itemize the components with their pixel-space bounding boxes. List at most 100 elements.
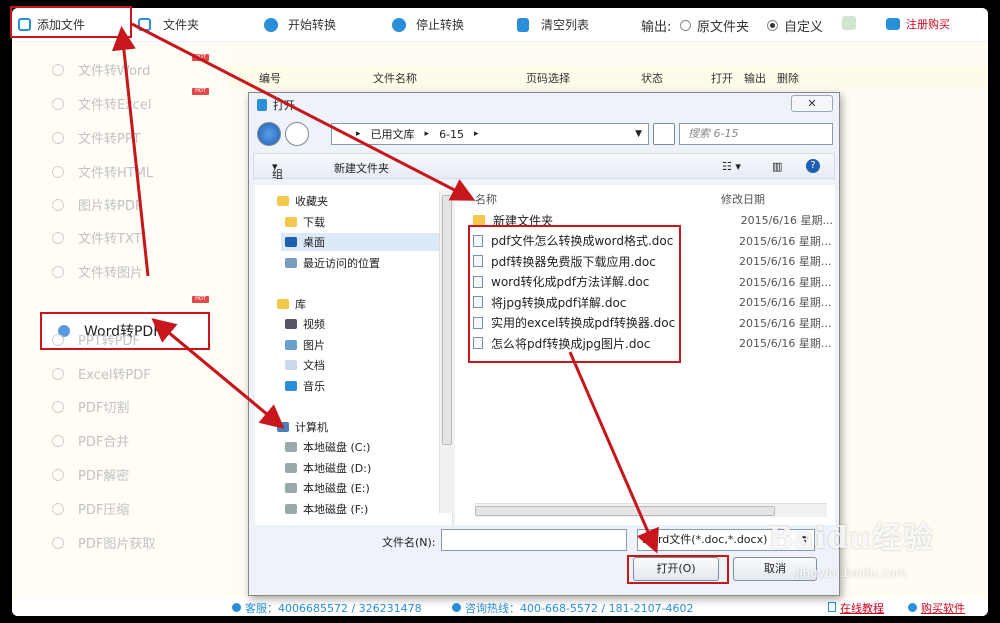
chevron-right-icon: ▸ [474,129,479,139]
stop-convert-button[interactable]: 停止转换 [392,16,464,33]
forward-button[interactable] [285,122,309,146]
nav-disk-d[interactable]: 本地磁盘 (D:) [285,460,371,476]
col-date-header[interactable]: 修改日期 [721,191,765,207]
sidebar-item-9[interactable]: Excel转PDF [52,364,151,383]
trash-icon [517,17,529,32]
radio-source[interactable] [680,20,691,31]
nav-disk-f[interactable]: 本地磁盘 (F:) [285,501,368,517]
image-icon [52,198,64,211]
sidebar-item-6[interactable]: 文件转图片 [52,262,143,281]
files-scroll-thumb[interactable] [475,506,775,516]
computer-icon [277,422,289,432]
nav-pictures[interactable]: 图片 [285,337,325,353]
col-name-header[interactable]: 名称 [475,191,497,207]
nav-video[interactable]: 视频 [285,316,325,332]
file-row[interactable]: 怎么将pdf转换成jpg图片.doc 2015/6/16 星期... [473,334,833,352]
sidebar-item-2[interactable]: 文件转PPT [52,128,141,147]
buy-link[interactable]: 购买软件 [908,600,965,616]
nav-libraries[interactable]: 库 [277,296,306,312]
back-button[interactable] [257,122,281,146]
col-open: 打开 [711,72,733,85]
drive-icon [285,463,297,473]
register-button[interactable]: 注册购买 [886,16,950,32]
sidebar-item-13[interactable]: PDF压缩 [52,499,129,518]
baidu-watermark-url: jingyan.baidu.com [796,566,907,580]
nav-downloads[interactable]: 下载 [285,214,325,230]
sidebar-item-12[interactable]: PDF解密 [52,465,129,484]
w-icon [52,63,64,76]
nav-scroll-thumb[interactable] [442,195,452,445]
sidebar-item-10[interactable]: PDF切割 [52,397,129,416]
address-bar[interactable]: ▸ 已用文库 ▸ 6-15 ▸ ▼ [331,123,649,145]
help-icon[interactable]: ? [806,159,820,173]
nav-disk-e[interactable]: 本地磁盘 (E:) [285,480,370,496]
output-source-option[interactable]: 原文件夹 [680,16,749,35]
t-icon [52,231,64,244]
sidebar-item-1[interactable]: 文件转Excel [52,94,151,113]
drive-icon [285,483,297,493]
doc-file-icon [473,234,483,247]
col-number: 编号 [259,72,281,85]
nav-favorites[interactable]: 收藏夹 [277,193,328,209]
nav-disk-c[interactable]: 本地磁盘 (C:) [285,439,370,455]
key-icon [908,603,917,612]
col-filename: 文件名称 [373,72,417,85]
p-icon [52,131,64,144]
sidebar-item-14[interactable]: PDF图片获取 [52,533,155,552]
file-row[interactable]: word转化成pdf方法详解.doc 2015/6/16 星期... [473,273,833,291]
file-row[interactable]: 实用的excel转换成pdf转换器.doc 2015/6/16 星期... [473,314,833,332]
add-folder-button[interactable]: 文件夹 [138,16,199,33]
sidebar-item-3[interactable]: 文件转HTML [52,162,153,181]
new-folder-button[interactable]: 新建文件夹 [334,160,389,176]
dialog-close-button[interactable]: ✕ [791,95,833,112]
browse-folder-button[interactable] [842,16,856,30]
sidebar-item-8[interactable]: PPT转PDF [52,330,140,349]
library-icon [277,299,289,309]
sidebar-item-4[interactable]: 图片转PDF [52,195,142,214]
view-menu-icon[interactable]: ☷ ▾ [722,160,741,173]
nav-music[interactable]: 音乐 [285,378,325,394]
start-convert-button[interactable]: 开始转换 [264,16,336,33]
sidebar-item-5[interactable]: 文件转TXT [52,228,142,247]
chat-icon [232,603,241,612]
dropdown-arrow-icon[interactable]: ▼ [635,129,642,139]
refresh-button[interactable] [653,123,675,145]
file-row[interactable]: pdf文件怎么转换成word格式.doc 2015/6/16 星期... [473,232,833,250]
video-icon [285,319,297,329]
chevron-right-icon: ▸ [424,129,430,139]
desktop-icon [285,237,297,247]
nav-scrollbar[interactable] [439,191,453,513]
col-delete: 删除 [777,72,799,85]
open-button[interactable]: 打开(O) [633,557,719,581]
e-icon [52,97,64,110]
sidebar-item-11[interactable]: PDF合并 [52,431,129,450]
add-file-button[interactable]: 添加文件 [18,16,85,33]
dialog-title: 打开 [257,97,295,113]
nav-recent[interactable]: 最近访问的位置 [285,255,380,271]
preview-pane-icon[interactable]: ▥ [772,160,782,173]
radio-custom[interactable] [767,20,778,31]
cart-icon [886,18,900,30]
tutorial-link[interactable]: 在线教程 [828,600,884,616]
download-icon [285,217,297,227]
organize-button[interactable]: 组织 ▾ [272,160,283,197]
file-row[interactable]: pdf转换器免费版下载应用.doc 2015/6/16 星期... [473,252,833,270]
file-row[interactable]: 将jpg转换成pdf详解.doc 2015/6/16 星期... [473,293,833,311]
folder-icon [473,215,485,225]
excel-icon [52,367,64,380]
search-input[interactable]: 搜索 6-15 [679,123,833,145]
nav-computer[interactable]: 计算机 [277,419,328,435]
folder-plus-icon [138,18,151,31]
folder-row[interactable]: 新建文件夹 2015/6/16 星期... [473,211,833,229]
doc-file-icon [473,255,483,267]
sidebar-item-0[interactable]: 文件转Word [52,60,150,79]
drive-icon [285,442,297,452]
hot-badge: HOT [192,54,209,61]
nav-documents[interactable]: 文档 [285,357,325,373]
filename-input[interactable] [441,529,627,551]
nav-desktop[interactable]: 桌面 [281,233,441,251]
clear-list-button[interactable]: 清空列表 [517,16,589,33]
doc-file-icon [473,337,483,349]
open-file-dialog: 打开 ✕ ▸ 已用文库 ▸ 6-15 ▸ ▼ 搜索 6-15 组织 ▾ 新建文件… [248,92,840,596]
output-custom-option[interactable]: 自定义 [767,16,823,35]
